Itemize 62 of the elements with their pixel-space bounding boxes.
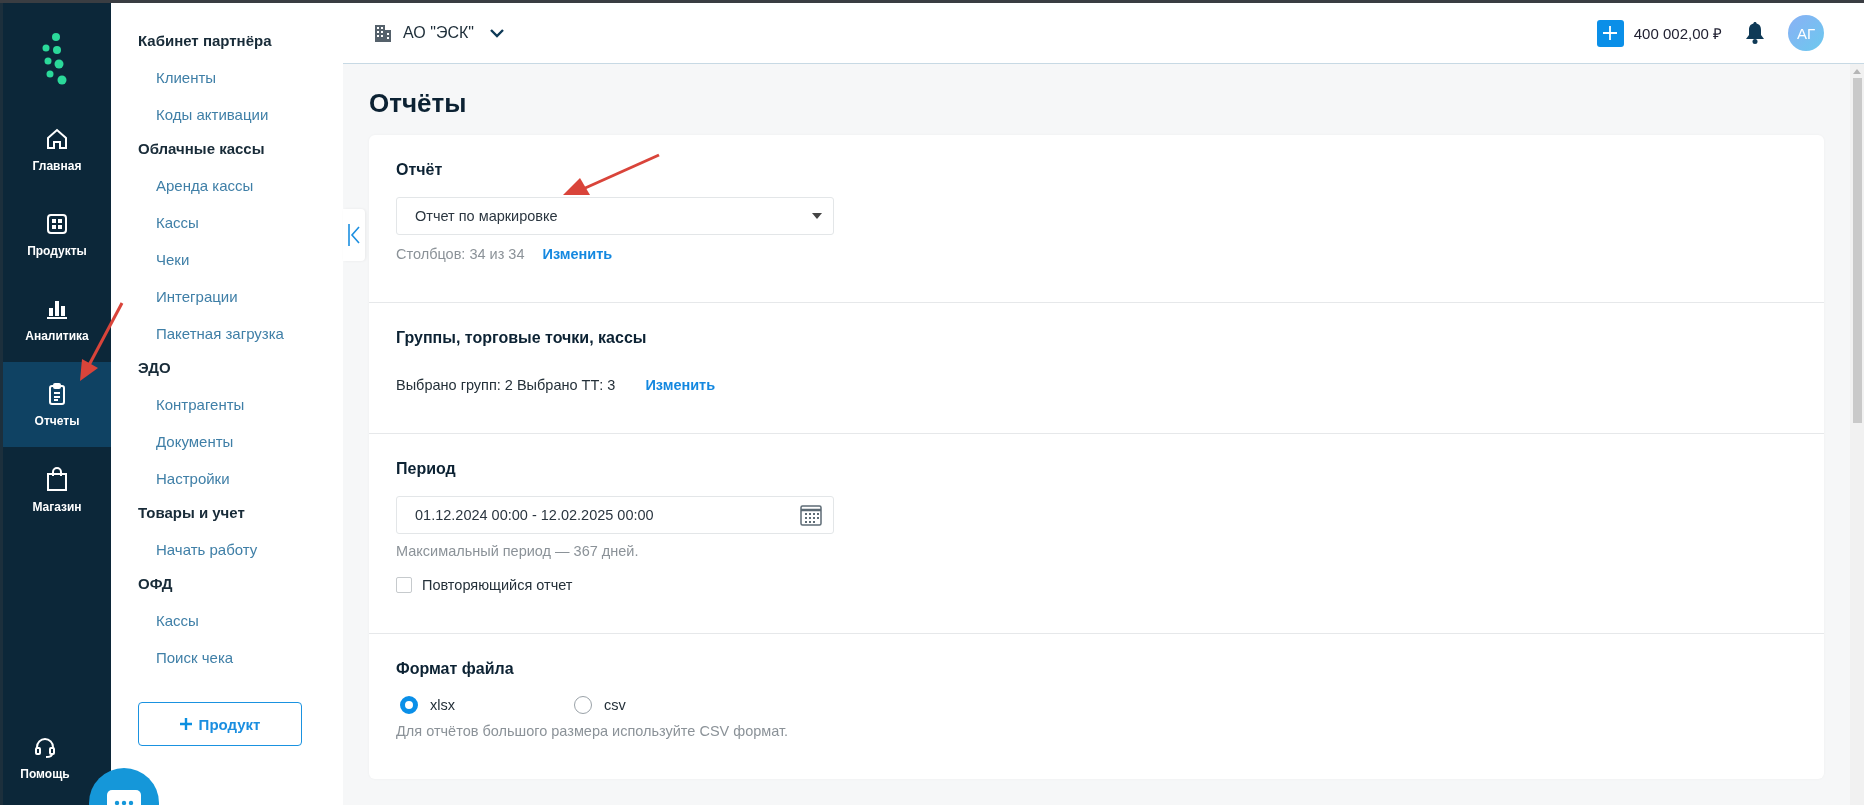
columns-count: Столбцов: 34 из 34 — [396, 246, 525, 263]
sidebar-item[interactable]: Поиск чека — [138, 639, 343, 676]
add-funds-button[interactable] — [1596, 19, 1624, 47]
section-title: Группы, торговые точки, кассы — [396, 329, 648, 348]
sidebar-item[interactable]: Кассы — [138, 204, 343, 241]
home-icon — [45, 126, 69, 151]
scrollbar[interactable] — [1850, 64, 1864, 805]
collapse-sidebar-button[interactable] — [343, 209, 365, 261]
radio-button[interactable] — [400, 696, 418, 715]
change-link[interactable]: Изменить — [542, 246, 613, 263]
sidebar-item[interactable]: Интеграции — [138, 278, 343, 315]
section-title: Период — [396, 460, 457, 479]
repeat-checkbox[interactable] — [396, 577, 412, 594]
section-title: Отчёт — [396, 161, 444, 180]
change-link[interactable]: Изменить — [645, 377, 716, 394]
sidebar-item[interactable]: Аренда кассы — [138, 167, 343, 204]
chevron-down-icon — [489, 28, 504, 38]
balance-amount: 400 002,00 ₽ — [1633, 24, 1722, 43]
selection-summary: Выбрано групп: 2 Выбрано ТТ: 3 — [396, 377, 616, 394]
sidebar-item[interactable]: Клиенты — [138, 59, 343, 96]
sidebar-section-title: Кабинет партнёра — [138, 31, 273, 51]
grid-icon — [45, 211, 69, 236]
sidebar-item[interactable]: Документы — [138, 423, 343, 460]
sidebar-item[interactable]: Контрагенты — [138, 386, 343, 423]
sidebar-item[interactable]: Начать работу — [138, 531, 343, 568]
sidebar-section-title: Облачные кассы — [138, 139, 266, 159]
period-hint: Максимальный период — 367 дней. — [396, 543, 640, 560]
scroll-up-arrow-icon — [1853, 69, 1861, 74]
scrollbar-thumb[interactable] — [1852, 78, 1862, 423]
radio-label: xlsx — [430, 697, 455, 714]
plus-icon — [179, 718, 192, 730]
sidebar-item[interactable]: Настройки — [138, 460, 343, 497]
building-icon — [375, 24, 391, 42]
dropdown-caret-icon — [812, 213, 822, 220]
sidebar-section-title: ЭДО — [138, 358, 172, 378]
sidebar-section-title: Товары и учет — [138, 503, 246, 523]
nav-rail-item[interactable]: Аналитика — [3, 277, 111, 362]
date-range-field[interactable]: 01.12.2024 00:00 - 12.02.2025 00:00 — [396, 496, 834, 535]
sidebar-item[interactable]: Чеки — [138, 241, 343, 278]
sidebar-item[interactable]: Пакетная загрузка — [138, 315, 343, 352]
plus-icon — [1603, 26, 1618, 40]
section-title: Формат файла — [396, 660, 515, 679]
format-hint: Для отчётов большого размера используйте CSV формат. — [396, 723, 790, 740]
radio-label: csv — [604, 697, 626, 714]
collapse-left-icon — [348, 224, 360, 246]
nav-rail-item[interactable]: Главная — [3, 107, 111, 192]
sidebar-item[interactable]: Кассы — [138, 602, 343, 639]
sidebar-item[interactable]: Коды активации — [138, 96, 343, 133]
sidebar-section-title: ОФД — [138, 574, 174, 594]
calendar-icon — [800, 504, 822, 527]
page-title: Отчёты — [369, 88, 468, 120]
nav-rail-item[interactable]: Отчеты — [3, 362, 111, 447]
help-nav-item[interactable]: Помощь — [3, 731, 87, 805]
notification-bell-icon[interactable] — [1746, 22, 1764, 44]
headset-icon — [33, 735, 57, 759]
checkbox-label: Повторяющийся отчет — [422, 577, 573, 594]
nav-rail-item[interactable]: Продукты — [3, 192, 111, 277]
report-type-select[interactable]: Отчет по маркировке — [396, 197, 834, 236]
nav-rail-item[interactable]: Магазин — [3, 447, 111, 532]
add-product-button[interactable]: Продукт — [138, 702, 302, 746]
shopping-bag-icon — [45, 465, 69, 492]
company-selector[interactable]: АО "ЭСК" — [375, 24, 504, 42]
